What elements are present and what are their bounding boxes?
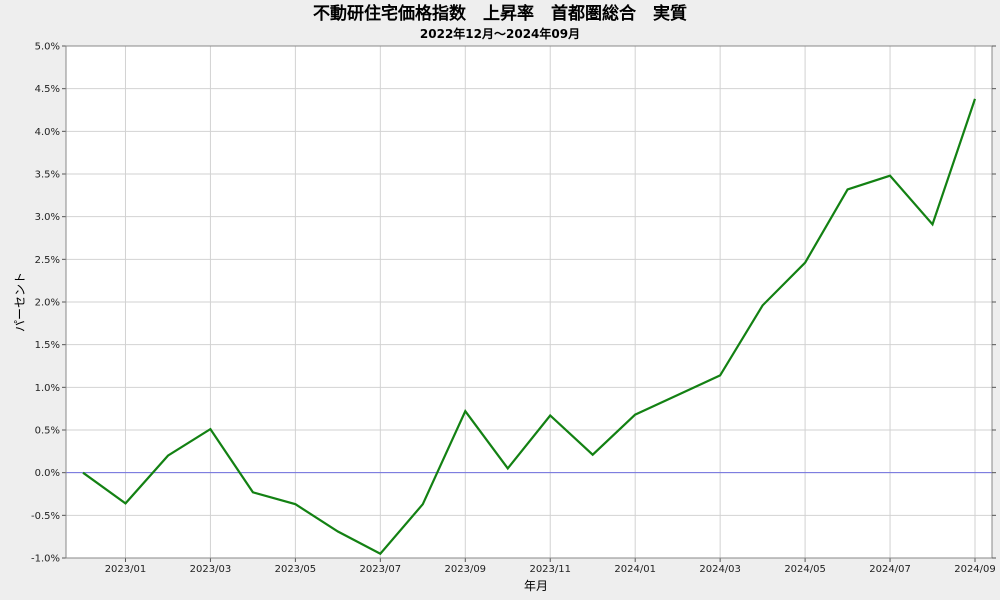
y-tick-label: -1.0% (31, 554, 60, 565)
x-tick-label: 2023/11 (529, 564, 571, 575)
x-tick-label: 2024/01 (614, 564, 656, 575)
x-tick-label: 2023/07 (360, 564, 402, 575)
x-tick-label: 2023/03 (190, 564, 232, 575)
chart-container: 不動研住宅価格指数 上昇率 首都圏総合 実質 2022年12月～2024年09月… (0, 0, 1000, 600)
y-tick-label: 3.5% (35, 170, 60, 181)
chart-title: 不動研住宅価格指数 上昇率 首都圏総合 実質 (313, 3, 687, 24)
x-axis-label: 年月 (524, 579, 548, 593)
y-tick-label: 4.5% (35, 84, 60, 95)
y-tick-label: 3.0% (35, 212, 60, 223)
x-tick-label: 2023/09 (445, 564, 487, 575)
y-tick-label: 2.5% (35, 255, 60, 266)
y-tick-label: 1.0% (35, 383, 60, 394)
x-tick-label: 2023/05 (275, 564, 317, 575)
y-tick-label: 0.5% (35, 426, 60, 437)
y-tick-label: 2.0% (35, 298, 60, 309)
y-axis-label: パーセント (13, 272, 27, 332)
y-tick-label: 0.0% (35, 468, 60, 479)
y-tick-label: 5.0% (35, 42, 60, 53)
y-tick-label: -0.5% (31, 511, 60, 522)
line-chart: 不動研住宅価格指数 上昇率 首都圏総合 実質 2022年12月～2024年09月… (0, 0, 1000, 600)
y-tick-label: 4.0% (35, 127, 60, 138)
y-tick-label: 1.5% (35, 340, 60, 351)
x-tick-label: 2024/09 (954, 564, 996, 575)
x-tick-label: 2024/03 (699, 564, 741, 575)
x-tick-label: 2024/07 (869, 564, 911, 575)
x-tick-label: 2023/01 (105, 564, 147, 575)
x-tick-label: 2024/05 (784, 564, 826, 575)
chart-subtitle: 2022年12月～2024年09月 (420, 26, 580, 41)
